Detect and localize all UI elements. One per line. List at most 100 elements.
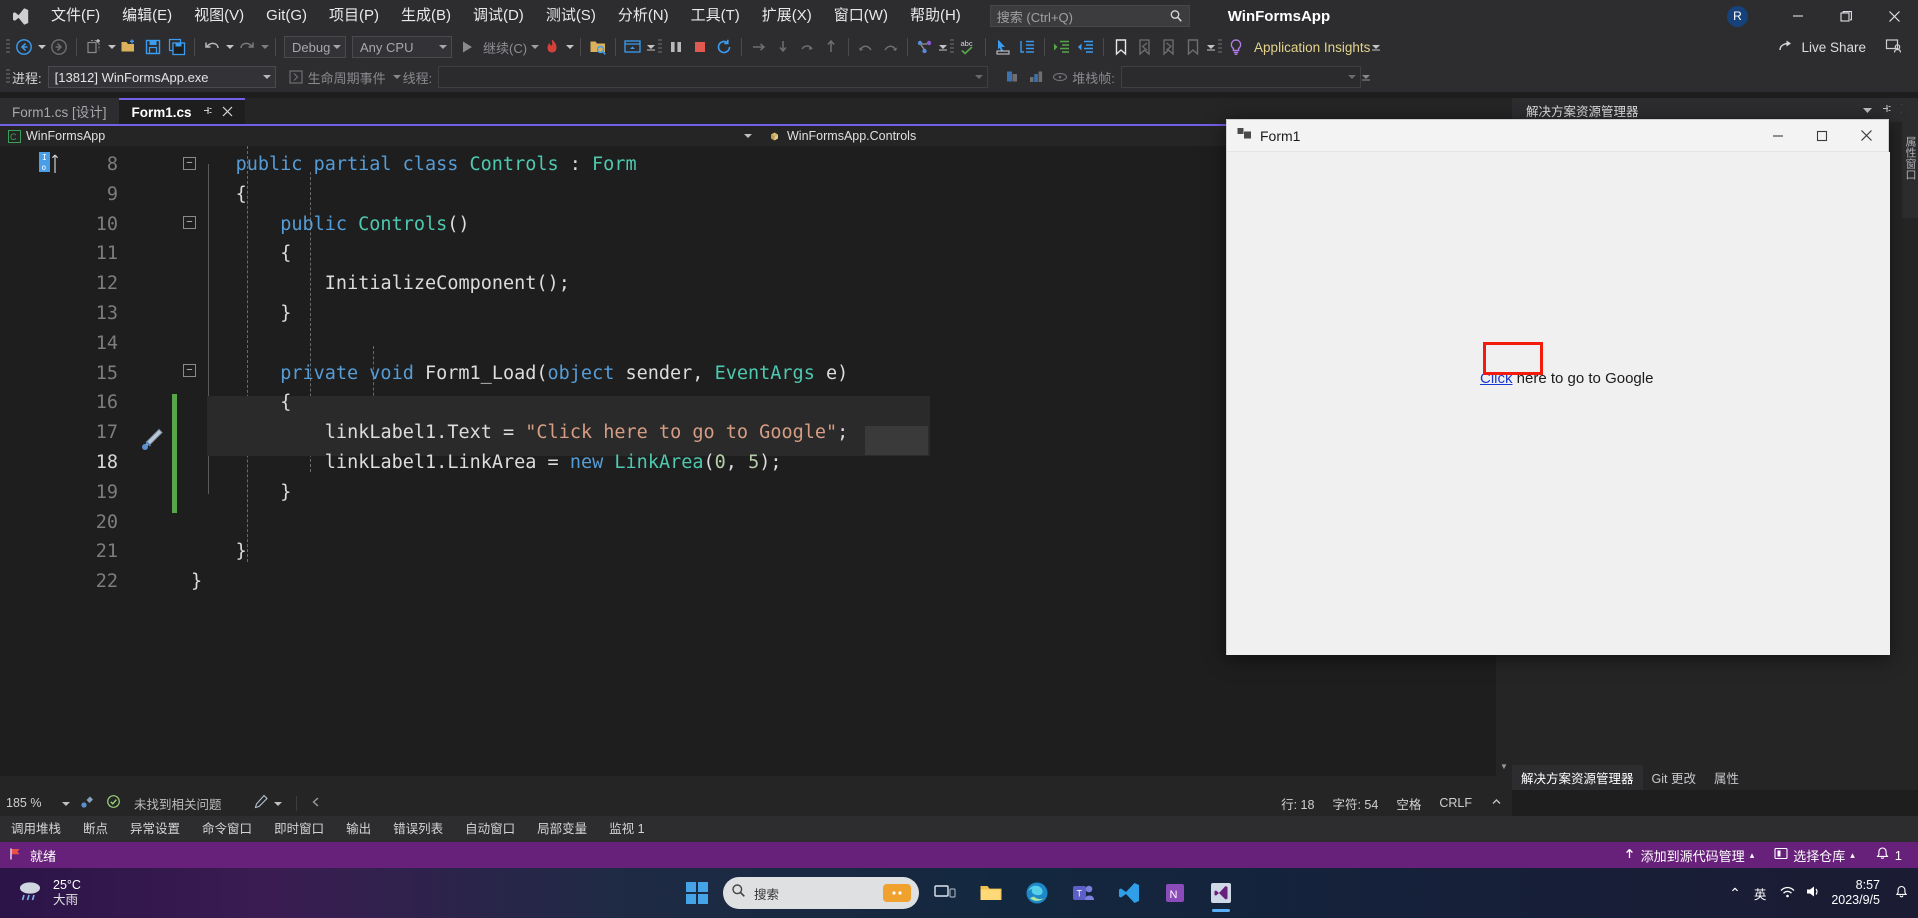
visual-studio-icon[interactable] bbox=[1201, 873, 1241, 913]
ime-indicator[interactable]: 英 bbox=[1754, 884, 1767, 903]
undo-arrow-icon[interactable] bbox=[854, 35, 878, 59]
code-map-icon[interactable] bbox=[913, 35, 937, 59]
toolbar-grip[interactable] bbox=[4, 37, 12, 57]
collapse-pane-icon[interactable] bbox=[1481, 795, 1512, 811]
start-debug-icon[interactable] bbox=[455, 35, 479, 59]
outlining-collapse-icon[interactable]: − bbox=[183, 157, 196, 170]
previous-change-icon[interactable] bbox=[295, 795, 323, 811]
show-next-statement-icon[interactable] bbox=[819, 35, 843, 59]
pointer-select-icon[interactable] bbox=[991, 35, 1015, 59]
chevron-down-icon[interactable] bbox=[1863, 103, 1872, 117]
minimize-button[interactable] bbox=[1774, 0, 1822, 32]
outlining-collapse-icon[interactable]: − bbox=[183, 216, 196, 229]
restore-button[interactable] bbox=[1822, 0, 1870, 32]
redo-icon[interactable] bbox=[235, 35, 259, 59]
tab-breakpoints[interactable]: 断点 bbox=[72, 816, 119, 842]
editor-horizontal-scrollbar[interactable] bbox=[0, 776, 1496, 790]
application-insights-dropdown-icon[interactable] bbox=[1370, 35, 1381, 59]
open-file-icon[interactable] bbox=[117, 35, 141, 59]
bookmark-dropdown-icon[interactable] bbox=[1205, 35, 1216, 59]
menu-edit[interactable]: 编辑(E) bbox=[111, 0, 183, 32]
spell-check-abc-icon[interactable]: abc bbox=[956, 35, 980, 59]
file-explorer-icon[interactable] bbox=[971, 873, 1011, 913]
tab-error-list[interactable]: 错误列表 bbox=[382, 816, 454, 842]
form1-client-area[interactable]: Click here to go to Google bbox=[1227, 152, 1890, 655]
tab-solution-explorer[interactable]: 解决方案资源管理器 bbox=[1512, 765, 1643, 790]
hot-reload-dropdown-icon[interactable] bbox=[564, 35, 575, 59]
next-bookmark-icon[interactable] bbox=[1157, 35, 1181, 59]
notifications-button[interactable]: 1 bbox=[1867, 846, 1910, 864]
new-project-icon[interactable] bbox=[82, 35, 106, 59]
stop-debugging-icon[interactable] bbox=[688, 35, 712, 59]
invite-user-icon[interactable] bbox=[1885, 38, 1902, 59]
toolbar-grip[interactable] bbox=[656, 37, 664, 57]
previous-bookmark-icon[interactable] bbox=[1133, 35, 1157, 59]
parallel-tasks-icon[interactable] bbox=[1048, 65, 1072, 89]
redo-dropdown-icon[interactable] bbox=[259, 35, 270, 59]
code-line[interactable]: } bbox=[280, 482, 291, 503]
menu-view[interactable]: 视图(V) bbox=[183, 0, 255, 32]
tab-autos[interactable]: 自动窗口 bbox=[454, 816, 526, 842]
decrease-indent-icon[interactable] bbox=[1074, 35, 1098, 59]
navigate-back-dropdown-icon[interactable] bbox=[36, 35, 47, 59]
menu-build[interactable]: 生成(B) bbox=[390, 0, 462, 32]
breadcrumb-class[interactable]: WinFormsApp.Controls bbox=[760, 126, 1260, 146]
code-line[interactable]: linkLabel1.Text = "Click here to go to G… bbox=[325, 422, 849, 443]
close-button[interactable] bbox=[1870, 0, 1918, 32]
threads-window-icon[interactable] bbox=[1024, 65, 1048, 89]
line-ending-indicator[interactable]: CRLF bbox=[1430, 796, 1481, 810]
lifecycle-dropdown-icon[interactable] bbox=[392, 65, 403, 89]
stack-frame-dropdown-icon[interactable] bbox=[1361, 65, 1372, 89]
form1-window[interactable]: Form1 Click here to go to Google bbox=[1226, 119, 1890, 655]
tab-call-stack[interactable]: 调用堆栈 bbox=[0, 816, 72, 842]
tab-exception-settings[interactable]: 异常设置 bbox=[119, 816, 191, 842]
tab-output[interactable]: 输出 bbox=[335, 816, 382, 842]
form1-close-button[interactable] bbox=[1844, 120, 1888, 152]
start-debug-dropdown-icon[interactable] bbox=[529, 35, 540, 59]
pin-icon[interactable] bbox=[1881, 103, 1892, 117]
step-into-icon[interactable] bbox=[747, 35, 771, 59]
save-icon[interactable] bbox=[141, 35, 165, 59]
breadcrumb-project[interactable]: C WinFormsApp bbox=[0, 126, 760, 146]
menu-project[interactable]: 项目(P) bbox=[318, 0, 390, 32]
teams-icon[interactable]: T bbox=[1063, 873, 1103, 913]
code-line[interactable]: linkLabel1.LinkArea = new LinkArea(0, 5)… bbox=[325, 452, 782, 473]
thread-select[interactable] bbox=[438, 66, 989, 88]
code-line[interactable]: public Controls() bbox=[280, 214, 469, 235]
select-window-icon[interactable] bbox=[621, 35, 645, 59]
select-window-dropdown-icon[interactable] bbox=[645, 35, 656, 59]
zoom-dropdown-icon[interactable] bbox=[62, 796, 70, 810]
hot-reload-icon[interactable] bbox=[540, 35, 564, 59]
spaces-indicator[interactable]: 空格 bbox=[1387, 794, 1430, 813]
undo-dropdown-icon[interactable] bbox=[224, 35, 235, 59]
menu-file[interactable]: 文件(F) bbox=[40, 0, 111, 32]
code-line[interactable]: { bbox=[236, 184, 247, 205]
code-line[interactable]: public partial class Controls : Form bbox=[236, 154, 637, 175]
stack-frame-select[interactable] bbox=[1120, 66, 1361, 88]
bookmark-icon[interactable] bbox=[1109, 35, 1133, 59]
code-line[interactable]: { bbox=[280, 392, 291, 413]
save-all-icon[interactable] bbox=[165, 35, 189, 59]
close-icon[interactable] bbox=[222, 105, 233, 120]
code-line[interactable]: } bbox=[236, 541, 247, 562]
toolbar-grip[interactable] bbox=[4, 67, 12, 87]
undo-icon[interactable] bbox=[200, 35, 224, 59]
avatar[interactable]: R bbox=[1727, 5, 1748, 27]
step-out-icon[interactable] bbox=[795, 35, 819, 59]
onenote-icon[interactable]: N bbox=[1155, 873, 1195, 913]
menu-window[interactable]: 窗口(W) bbox=[823, 0, 899, 32]
code-line[interactable]: } bbox=[280, 303, 291, 324]
toolbar-grip[interactable] bbox=[1216, 37, 1224, 57]
select-repository-button[interactable]: 选择仓库 ▴ bbox=[1766, 846, 1863, 865]
tab-form1-code[interactable]: Form1.cs bbox=[118, 98, 245, 124]
edit-pencil-icon[interactable] bbox=[139, 427, 165, 458]
quick-launch-search[interactable]: 搜索 (Ctrl+Q) bbox=[989, 5, 1190, 27]
tab-git-changes[interactable]: Git 更改 bbox=[1643, 765, 1705, 790]
properties-window-tab[interactable]: 属性窗口 bbox=[1902, 98, 1918, 218]
live-share-button[interactable]: Live Share bbox=[1778, 38, 1866, 56]
clear-bookmark-icon[interactable] bbox=[1181, 35, 1205, 59]
edit-source-dropdown-icon[interactable] bbox=[273, 796, 282, 810]
break-all-icon[interactable] bbox=[664, 35, 688, 59]
insights-lightbulb-icon[interactable] bbox=[1224, 35, 1248, 59]
inheritance-margin-icon[interactable]: I o bbox=[39, 152, 60, 179]
